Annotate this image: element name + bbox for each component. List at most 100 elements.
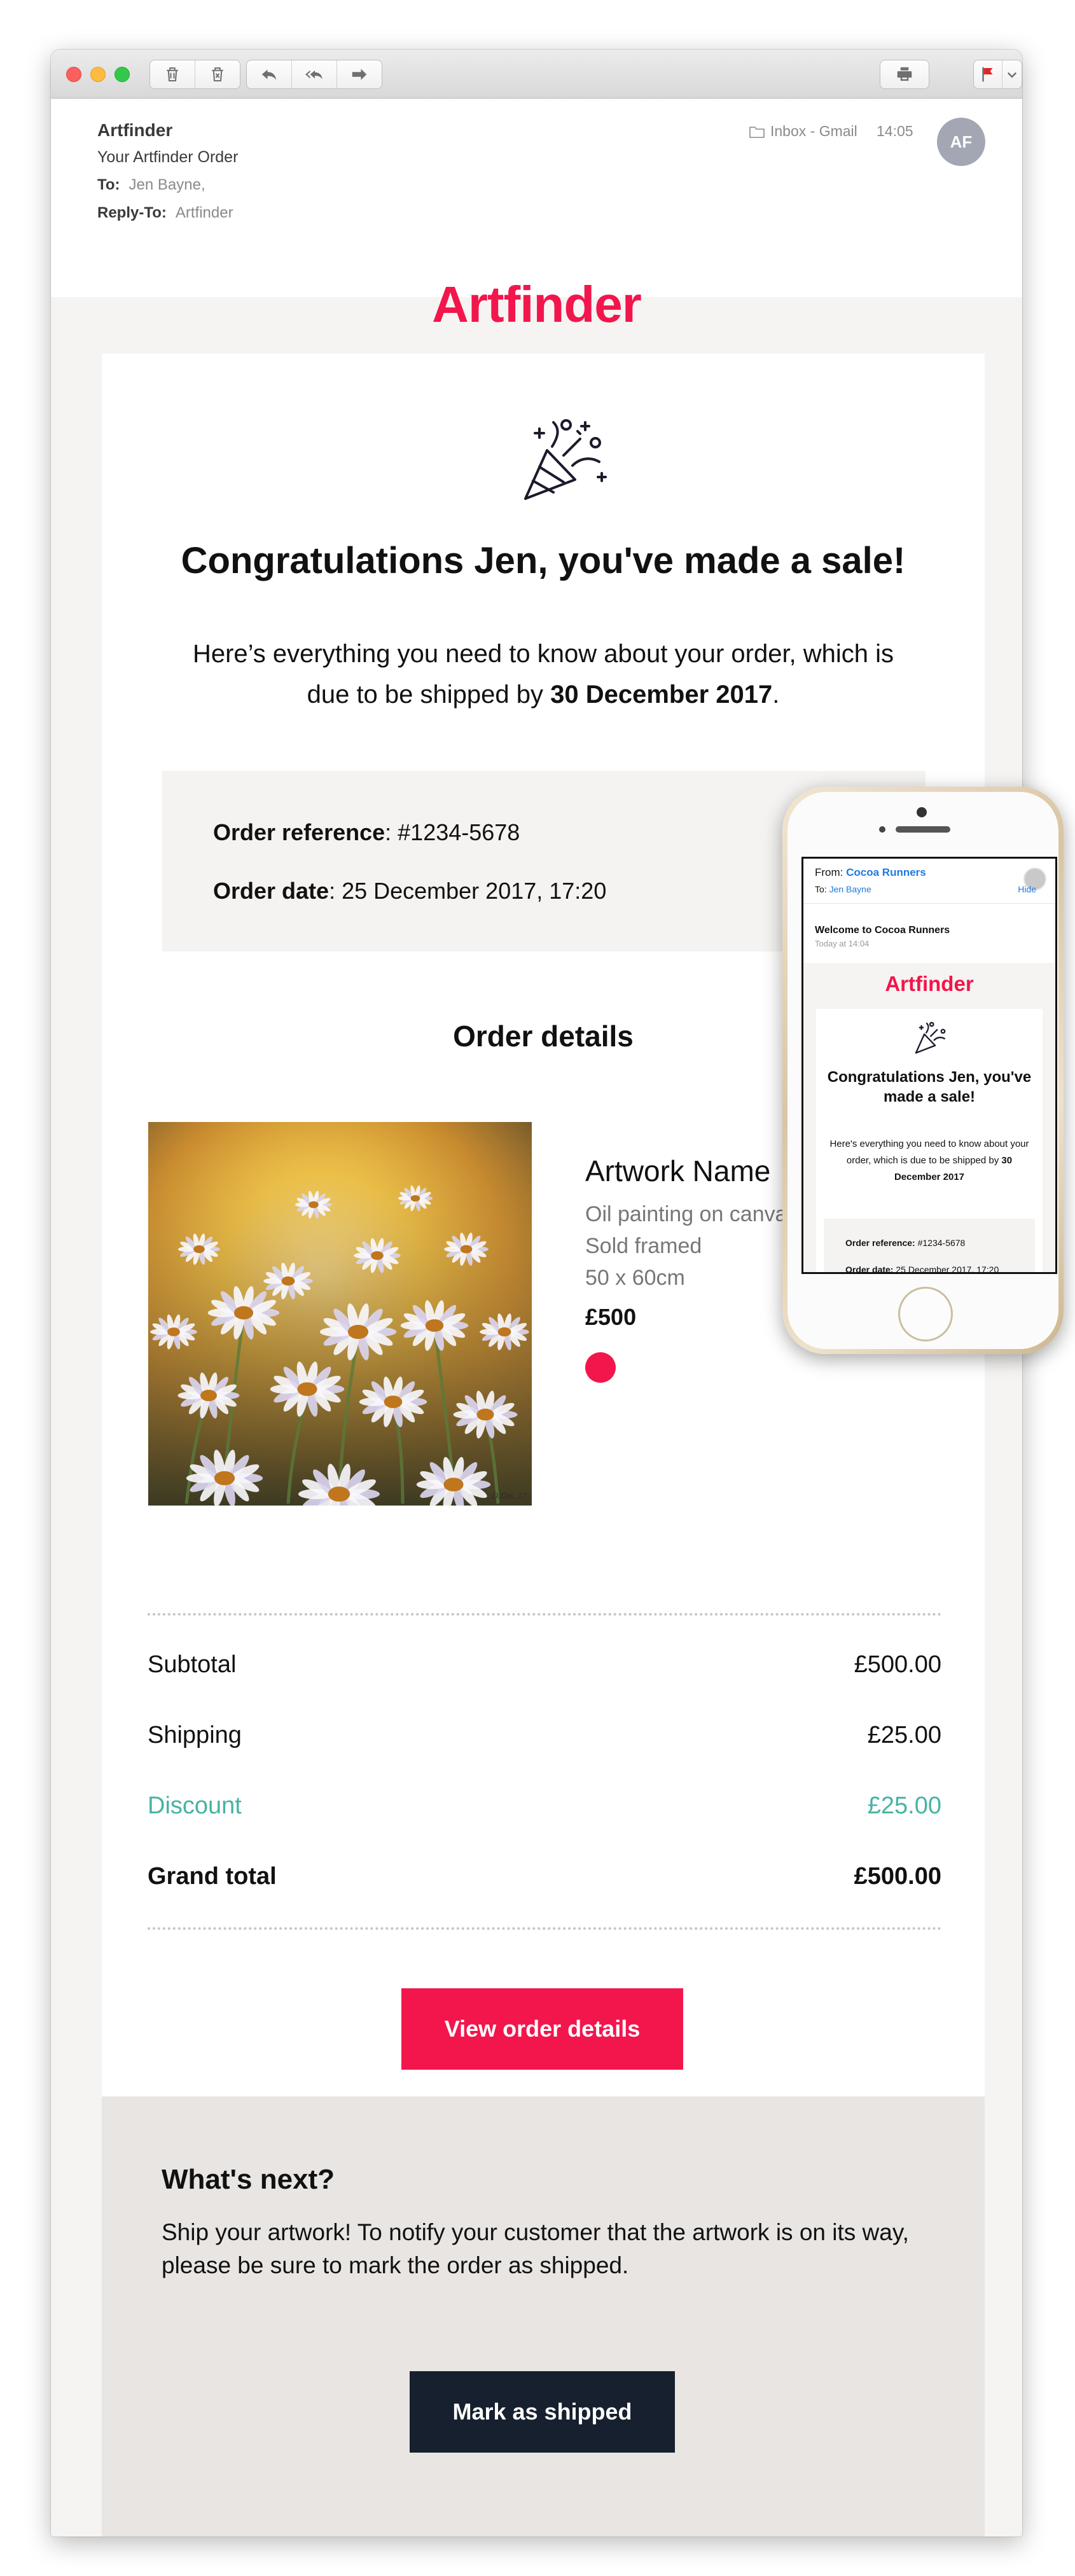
phone-order-reference: Order reference: #1234-5678 (845, 1238, 965, 1248)
zoom-window-button[interactable] (114, 67, 130, 82)
artwork-medium: Oil painting on canvas (585, 1202, 798, 1226)
phone-date: Today at 14:04 (815, 939, 870, 948)
print-button[interactable] (880, 60, 929, 88)
phone-order-ref-label: Order reference: (845, 1238, 915, 1248)
summary-divider-bottom (148, 1927, 941, 1930)
sender-name: Artfinder (97, 120, 173, 140)
order-reference: Order reference: #1234-5678 (213, 819, 520, 846)
flag-menu-button[interactable] (1002, 60, 1022, 88)
summary-value: £500.00 (854, 1651, 941, 1678)
print-group (880, 60, 929, 89)
phone-order-date: Order date: 25 December 2017, 17:20 (845, 1264, 999, 1274)
summary-row-grand-total: Grand total £500.00 (148, 1863, 941, 1890)
printer-icon (897, 67, 912, 81)
phone-order-card: Congratulations Jen, you've made a sale!… (816, 1009, 1043, 1274)
summary-row-discount: Discount £25.00 (148, 1792, 941, 1820)
phone-bezel: From: Cocoa Runners To: Jen Bayne Hide W… (787, 792, 1058, 1349)
phone-email-body: Artfinder Congratulations Jen, you've ma… (803, 963, 1055, 1274)
summary-label: Grand total (148, 1863, 277, 1890)
mark-as-shipped-button[interactable]: Mark as shipped (410, 2371, 675, 2453)
message-subject: Your Artfinder Order (97, 148, 239, 166)
artfinder-logo[interactable]: Artfinder (51, 275, 1022, 334)
whats-next-text: Ship your artwork! To notify your custom… (162, 2219, 909, 2278)
mailbox-name: Inbox - Gmail (770, 123, 857, 139)
phone-from-value[interactable]: Cocoa Runners (846, 866, 926, 878)
phone-order-ref-value: #1234-5678 (915, 1238, 966, 1248)
chevron-down-icon (1007, 72, 1017, 78)
speaker-icon (896, 826, 950, 833)
forward-icon (352, 69, 367, 80)
phone-intro: Here's everything you need to know about… (829, 1136, 1030, 1186)
reply-to-label: Reply-To: (97, 204, 167, 221)
summary-label: Subtotal (148, 1651, 237, 1678)
phone-to-value[interactable]: Jen Bayne (829, 884, 871, 894)
intro-suffix: . (772, 681, 780, 709)
phone-order-date-value: 25 December 2017, 17:20 (893, 1264, 999, 1274)
minimize-window-button[interactable] (90, 67, 106, 82)
junk-icon (212, 67, 223, 81)
order-date-label: Order date (213, 878, 329, 904)
reply-icon (261, 69, 277, 80)
junk-button[interactable] (195, 60, 240, 88)
summary-row-shipping: Shipping £25.00 (148, 1722, 941, 1749)
home-button[interactable] (898, 1287, 953, 1341)
sensor-icon (879, 826, 885, 833)
folder-icon (749, 126, 765, 138)
summary-value: £25.00 (867, 1792, 941, 1819)
phone-hide-link[interactable]: Hide (1018, 884, 1036, 894)
summary-divider-top (148, 1613, 941, 1616)
phone-order-date-label: Order date: (845, 1264, 894, 1274)
phone-divider (803, 903, 1055, 904)
artwork-image[interactable]: O.Dm. 17 (148, 1122, 532, 1506)
mail-toolbar (51, 50, 1022, 99)
summary-label: Shipping (148, 1722, 242, 1748)
reply-button[interactable] (247, 60, 292, 88)
to-line: To: Jen Bayne, (97, 176, 205, 194)
summary-label: Discount (148, 1792, 242, 1819)
phone-from: From: Cocoa Runners (815, 866, 926, 879)
close-window-button[interactable] (66, 67, 81, 82)
ship-by-date: 30 December 2017 (550, 681, 773, 709)
to-label: To: (97, 176, 120, 193)
view-order-details-button[interactable]: View order details (401, 1988, 683, 2070)
intro-text: Here’s everything you need to know about… (172, 634, 915, 715)
svg-text:O.Dm. 17: O.Dm. 17 (492, 1492, 527, 1501)
artwork-framing: Sold framed (585, 1234, 702, 1258)
to-value[interactable]: Jen Bayne, (129, 176, 205, 193)
phone-headline: Congratulations Jen, you've made a sale! (827, 1069, 1032, 1105)
phone-logo[interactable]: Artfinder (803, 972, 1055, 996)
phone-order-box: Order reference: #1234-5678 Order date: … (824, 1219, 1035, 1274)
delete-button[interactable] (150, 60, 195, 88)
forward-button[interactable] (337, 60, 382, 88)
order-reference-value: : #1234-5678 (385, 819, 520, 845)
phone-subject: Welcome to Cocoa Runners (815, 925, 950, 936)
reply-all-icon (305, 70, 322, 80)
intro-prefix: Here’s everything you need to know about… (192, 640, 894, 709)
summary-value: £25.00 (867, 1722, 941, 1748)
party-popper-icon (524, 419, 607, 500)
phone-to: To: Jen Bayne (815, 884, 871, 894)
order-date-value: : 25 December 2017, 17:20 (329, 878, 607, 904)
artwork-size: 50 x 60cm (585, 1266, 685, 1290)
whats-next-title: What's next? (162, 2164, 335, 2195)
summary-value: £500.00 (854, 1863, 941, 1890)
reply-to-value[interactable]: Artfinder (176, 204, 233, 221)
reply-to-line: Reply-To: Artfinder (97, 204, 233, 222)
reply-all-button[interactable] (292, 60, 337, 88)
flag-group (973, 60, 1022, 89)
flag-button[interactable] (974, 60, 1002, 88)
phone-to-label: To: (815, 884, 827, 894)
order-date: Order date: 25 December 2017, 17:20 (213, 878, 606, 904)
message-time: 14:05 (877, 123, 913, 139)
phone-preview: From: Cocoa Runners To: Jen Bayne Hide W… (782, 787, 1064, 1354)
artwork-name[interactable]: Artwork Name (585, 1154, 770, 1188)
whats-next-section: What's next? Ship your artwork! To notif… (102, 2096, 985, 2537)
delete-junk-group (149, 60, 240, 89)
avatar: AF (937, 118, 985, 166)
phone-screen: From: Cocoa Runners To: Jen Bayne Hide W… (801, 857, 1057, 1274)
headline: Congratulations Jen, you've made a sale! (181, 540, 906, 581)
reply-group (246, 60, 382, 89)
phone-intro-prefix: Here's everything you need to know about… (829, 1139, 1029, 1166)
summary-row-subtotal: Subtotal £500.00 (148, 1651, 941, 1679)
flag-icon (982, 67, 993, 82)
